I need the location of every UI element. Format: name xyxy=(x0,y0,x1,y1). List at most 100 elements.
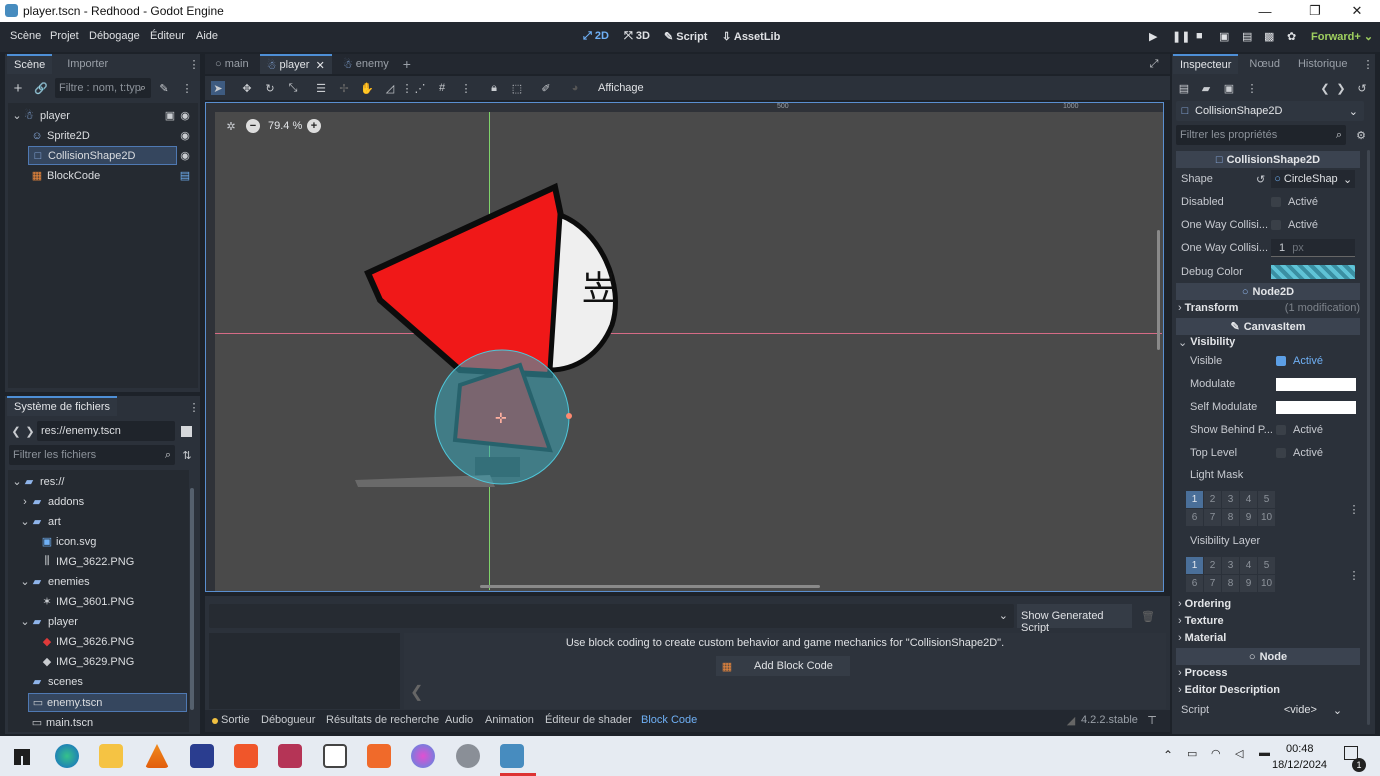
more-icon[interactable]: ⋮ xyxy=(1361,57,1375,71)
tab-node[interactable]: Nœud xyxy=(1242,54,1287,74)
clock-time[interactable]: 00:48 xyxy=(1286,743,1314,755)
folder-player[interactable]: ⌄ ▰ player xyxy=(20,612,78,631)
layer-cell[interactable]: 1 xyxy=(1186,557,1203,574)
ruler-tool-icon[interactable]: ◿ xyxy=(383,81,397,95)
play-scene-icon[interactable]: ▣ xyxy=(1219,30,1229,43)
layer-cell[interactable]: 5 xyxy=(1258,491,1275,508)
layer-cell[interactable]: 4 xyxy=(1240,557,1257,574)
layer-cell[interactable]: 3 xyxy=(1222,491,1239,508)
instance-icon[interactable]: ▣ xyxy=(163,108,177,122)
group-icon[interactable]: ⬚ xyxy=(510,81,524,95)
collapse-icon[interactable]: ❮ xyxy=(410,682,423,702)
pan-tool-icon[interactable]: ✋ xyxy=(360,81,374,95)
workspace-2d[interactable]: ⤢ 2D xyxy=(583,30,609,43)
folder-scenes[interactable]: ▰ scenes xyxy=(30,672,83,691)
close-window-button[interactable]: ✕ xyxy=(1334,0,1380,22)
center-view-icon[interactable]: ✲ xyxy=(224,119,238,133)
wifi-icon[interactable]: ◠ xyxy=(1211,747,1221,760)
workspace-3d[interactable]: ⤧ 3D xyxy=(624,30,650,43)
tree-node-sprite2d[interactable]: ☺ Sprite2D xyxy=(30,126,175,145)
bone-icon[interactable]: ✐ xyxy=(539,81,553,95)
tab-shader-editor[interactable]: Éditeur de shader xyxy=(545,714,632,726)
layer-cell[interactable]: 9 xyxy=(1240,509,1257,526)
tree-node-collisionshape2d[interactable]: □ CollisionShape2D xyxy=(28,146,177,165)
new-resource-icon[interactable]: ▤ xyxy=(1177,81,1191,95)
path-field[interactable]: res://enemy.tscn xyxy=(37,421,175,441)
layer-cell[interactable]: 7 xyxy=(1204,575,1221,592)
more-icon[interactable]: ⋮ xyxy=(1245,81,1259,95)
tree-node-blockcode[interactable]: ▦ BlockCode xyxy=(30,166,175,185)
minimize-button[interactable]: — xyxy=(1242,0,1288,22)
tab-inspector[interactable]: Inspecteur xyxy=(1173,54,1239,74)
tab-import[interactable]: Importer xyxy=(60,54,115,74)
layer-cell[interactable]: 8 xyxy=(1222,509,1239,526)
battery-icon[interactable]: ▬ xyxy=(1259,747,1270,759)
layer-cell[interactable]: 7 xyxy=(1204,509,1221,526)
menu-scene[interactable]: Scène xyxy=(10,30,41,42)
pause-icon[interactable]: ❚❚ xyxy=(1172,30,1190,43)
link-icon[interactable]: 🔗 xyxy=(34,81,48,95)
light-mask-grid[interactable]: 12345 6 7 8 9 10 xyxy=(1186,491,1275,526)
zoom-out-icon[interactable]: − xyxy=(246,119,260,133)
fullscreen-icon[interactable]: ⤢ xyxy=(1147,57,1161,71)
smart-snap-icon[interactable]: ⋰ xyxy=(413,81,427,95)
disabled-checkbox[interactable] xyxy=(1271,197,1281,207)
file-img-3601[interactable]: ✶ IMG_3601.PNG xyxy=(40,592,134,611)
zoom-level[interactable]: 79.4 % xyxy=(268,120,302,132)
paint-icon[interactable] xyxy=(411,744,435,768)
tab-enemy[interactable]: ☃ enemy xyxy=(336,54,396,74)
modulate-swatch[interactable] xyxy=(1276,377,1356,391)
object-history-icon[interactable]: ↺ xyxy=(1355,81,1369,95)
tab-player[interactable]: ☃ player ✕ xyxy=(259,54,332,74)
layer-cell[interactable]: 10 xyxy=(1258,509,1275,526)
player-sprite[interactable]: 岦 ✛ xyxy=(350,175,630,495)
save-icon[interactable]: ▣ xyxy=(1222,81,1236,95)
history-back-icon[interactable]: ❮ xyxy=(1318,81,1332,95)
rotate-tool-icon[interactable]: ↻ xyxy=(263,81,277,95)
eye-icon[interactable]: ◉ xyxy=(178,148,192,162)
section-collisionshape2d[interactable]: □ CollisionShape2D xyxy=(1176,151,1360,168)
tab-output[interactable]: Sortie xyxy=(221,714,250,726)
camera-icon[interactable]: ◕ xyxy=(568,81,582,95)
eye-icon[interactable]: ◉ xyxy=(178,128,192,142)
file-main-tscn[interactable]: ▭ main.tscn xyxy=(30,713,93,732)
tray-chevron-icon[interactable]: ⌃ xyxy=(1163,748,1173,762)
remote-debug-icon[interactable]: ✿ xyxy=(1287,30,1296,43)
show-generated-script-button[interactable]: Show Generated Script xyxy=(1017,604,1132,634)
view-menu[interactable]: Affichage xyxy=(598,82,644,94)
layer-cell[interactable]: 2 xyxy=(1204,491,1221,508)
script-icon[interactable]: ▤ xyxy=(178,168,192,182)
debug-color-swatch[interactable] xyxy=(1271,265,1355,279)
stop-icon[interactable]: ■ xyxy=(1196,30,1203,42)
more-icon[interactable]: ⋮ xyxy=(459,81,473,95)
layer-cell[interactable]: 3 xyxy=(1222,557,1239,574)
one-way-checkbox[interactable] xyxy=(1271,220,1281,230)
edge-icon[interactable] xyxy=(55,744,79,768)
scrollbar[interactable] xyxy=(190,488,194,710)
sort-icon[interactable]: ⇅ xyxy=(180,448,194,462)
history-forward-icon[interactable]: ❯ xyxy=(1334,81,1348,95)
file-img-3629[interactable]: ◆ IMG_3629.PNG xyxy=(40,652,135,671)
tab-search-results[interactable]: Résultats de recherche xyxy=(326,714,439,726)
viewport-vscrollbar[interactable] xyxy=(1157,230,1160,350)
layer-cell[interactable]: 1 xyxy=(1186,491,1203,508)
script-select[interactable]: <vide> ⌄ xyxy=(1271,701,1355,719)
top-level-checkbox[interactable] xyxy=(1276,448,1286,458)
tab-debugger[interactable]: Débogueur xyxy=(261,714,315,726)
move-tool-icon[interactable]: ✥ xyxy=(240,81,254,95)
layer-cell[interactable]: 8 xyxy=(1222,575,1239,592)
add-node-icon[interactable]: + xyxy=(11,80,25,97)
revert-icon[interactable]: ↺ xyxy=(1256,173,1265,186)
menu-project[interactable]: Projet xyxy=(50,30,79,42)
add-block-code-button[interactable]: ▦ Add Block Code xyxy=(716,656,850,676)
add-tab-button[interactable]: + xyxy=(396,54,418,74)
play-icon[interactable]: ▶ xyxy=(1149,30,1157,43)
file-img-3622[interactable]: ⫼ IMG_3622.PNG xyxy=(40,552,134,571)
one-way-margin-field[interactable]: 1 px xyxy=(1271,239,1355,257)
tab-block-code[interactable]: Block Code xyxy=(641,714,697,726)
more-icon[interactable]: ⋮ xyxy=(187,57,201,71)
block-code-dropdown[interactable]: ⌄ xyxy=(209,604,1014,628)
app-icon[interactable] xyxy=(456,744,480,768)
folder-res[interactable]: ⌄ ▰ res:// xyxy=(12,472,64,491)
layer-cell[interactable]: 9 xyxy=(1240,575,1257,592)
